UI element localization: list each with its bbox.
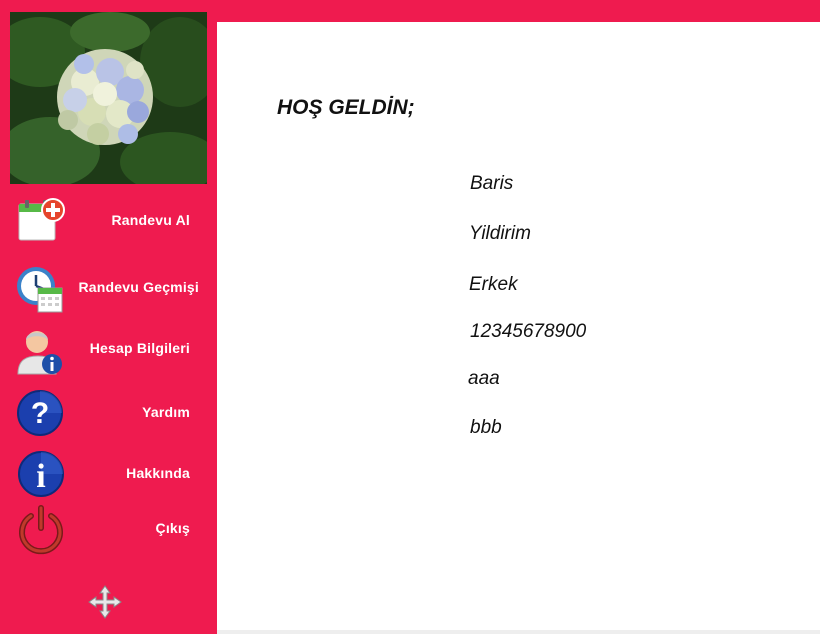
nav-label-hakkinda: Hakkında [126,465,190,481]
svg-text:i: i [36,458,45,495]
nav-hesap-bilgileri[interactable]: Hesap Bilgileri [0,320,217,376]
move-arrows-icon[interactable] [88,585,122,619]
nav-randevu-al[interactable]: Randevu Al [0,192,217,248]
field-aaa-value: aaa [468,368,500,389]
nav-label-cikis: Çıkış [155,520,190,536]
nav-hakkinda[interactable]: i Hakkında [0,445,217,501]
sidebar: Randevu Al Randevu Geçmişi Hesap Bilgile… [0,0,217,634]
id-number-value: 12345678900 [470,321,587,342]
power-icon [16,504,66,555]
nav-randevu-gecmisi[interactable]: Randevu Geçmişi [0,260,217,316]
user-info-icon [16,324,66,375]
nav-label-yardim: Yardım [142,404,190,420]
welcome-heading: HOŞ GELDİN; [277,96,415,119]
nav-yardim[interactable]: ? Yardım [0,384,217,440]
gender-value: Erkek [469,274,518,295]
svg-text:?: ? [31,397,49,430]
bottom-edge [217,630,820,634]
calendar-add-icon [16,196,66,244]
field-bbb-value: bbb [470,417,502,438]
top-bar [217,0,820,22]
main-content: HOŞ GELDİN; Baris Yildirim Erkek 1234567… [217,22,820,630]
help-icon: ? [16,388,66,436]
nav-label-randevu-gecmisi: Randevu Geçmişi [78,279,199,295]
last-name-value: Yildirim [469,223,531,244]
clock-calendar-icon [16,264,66,313]
nav-label-hesap-bilgileri: Hesap Bilgileri [89,340,190,356]
nav-cikis[interactable]: Çıkış [0,500,217,556]
first-name-value: Baris [470,173,514,194]
info-icon: i [16,449,66,497]
sidebar-photo [10,12,207,184]
nav-label-randevu-al: Randevu Al [111,212,190,228]
